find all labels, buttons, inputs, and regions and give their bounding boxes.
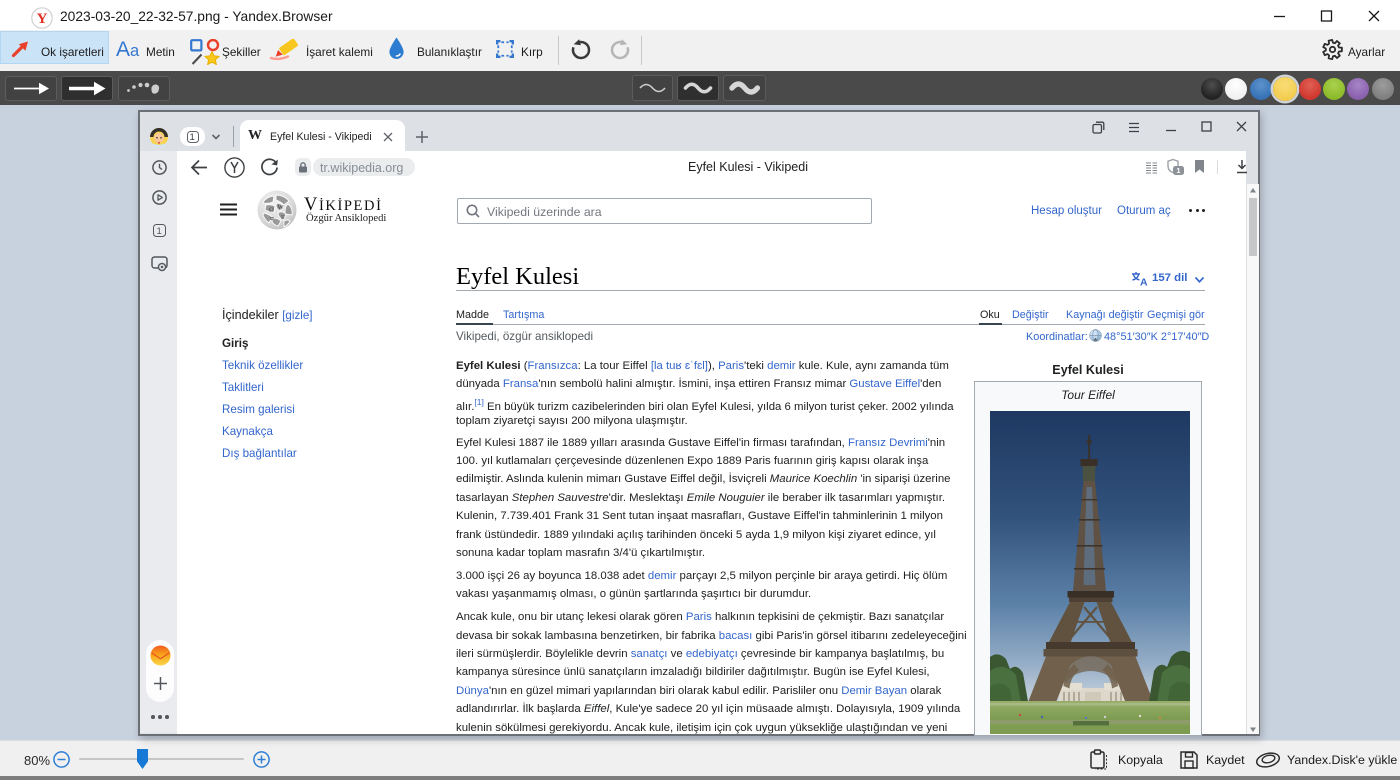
svg-text:1: 1 — [1176, 166, 1180, 175]
svg-text:म: म — [270, 216, 274, 223]
svg-text:W: W — [278, 204, 285, 211]
svg-text:Y: Y — [37, 11, 48, 27]
svg-text:Ω: Ω — [269, 207, 274, 214]
svg-text:A: A — [1140, 277, 1148, 287]
svg-text:ע: ע — [281, 214, 285, 221]
